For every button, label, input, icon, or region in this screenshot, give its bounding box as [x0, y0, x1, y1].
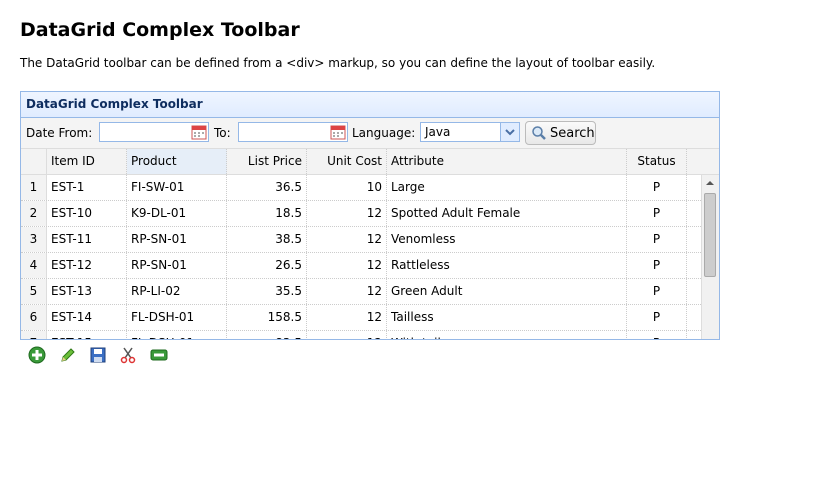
rownumber-header	[21, 149, 47, 174]
search-button[interactable]: Search	[525, 121, 596, 145]
scroll-up-arrow-icon[interactable]	[706, 181, 714, 185]
table-row[interactable]: 4 EST-12 RP-SN-01 26.5 12 Rattleless P	[21, 253, 719, 279]
table-row[interactable]: 3 EST-11 RP-SN-01 38.5 12 Venomless P	[21, 227, 719, 253]
panel-title: DataGrid Complex Toolbar	[21, 92, 719, 118]
column-header-product[interactable]: Product	[127, 149, 227, 174]
cell-unit-cost: 12	[307, 331, 387, 339]
cell-product: K9-DL-01	[127, 201, 227, 226]
cell-list-price: 26.5	[227, 253, 307, 278]
cut-icon[interactable]	[119, 346, 137, 364]
cell-item-id: EST-12	[47, 253, 127, 278]
cell-product: RP-SN-01	[127, 227, 227, 252]
cell-item-id: EST-15	[47, 331, 127, 339]
table-row[interactable]: 1 EST-1 FI-SW-01 36.5 10 Large P	[21, 175, 719, 201]
row-number: 7	[21, 331, 47, 339]
cell-attribute: Venomless	[387, 227, 627, 252]
row-number: 4	[21, 253, 47, 278]
cell-attribute: Tailless	[387, 305, 627, 330]
table-row[interactable]: 5 EST-13 RP-LI-02 35.5 12 Green Adult P	[21, 279, 719, 305]
cell-unit-cost: 12	[307, 305, 387, 330]
cell-attribute: Rattleless	[387, 253, 627, 278]
language-value: Java	[425, 125, 451, 139]
cell-unit-cost: 12	[307, 227, 387, 252]
cell-attribute: With tail	[387, 331, 627, 339]
save-icon[interactable]	[89, 346, 107, 364]
date-from-input[interactable]	[99, 122, 209, 142]
cell-list-price: 36.5	[227, 175, 307, 200]
datagrid: Item ID Product List Price Unit Cost Att…	[21, 149, 719, 339]
column-header-attribute[interactable]: Attribute	[387, 149, 627, 174]
language-label: Language:	[352, 126, 416, 140]
cell-product: FI-SW-01	[127, 175, 227, 200]
row-number: 1	[21, 175, 47, 200]
search-button-label: Search	[550, 126, 595, 141]
cell-item-id: EST-14	[47, 305, 127, 330]
date-from-label: Date From:	[26, 126, 93, 140]
calendar-icon[interactable]	[330, 124, 346, 140]
scrollbar-thumb[interactable]	[704, 193, 716, 277]
cell-unit-cost: 12	[307, 201, 387, 226]
grid-header: Item ID Product List Price Unit Cost Att…	[21, 149, 719, 175]
grid-body: 1 EST-1 FI-SW-01 36.5 10 Large P 2 EST-1…	[21, 175, 719, 339]
cell-list-price: 35.5	[227, 279, 307, 304]
cell-status: P	[627, 201, 687, 226]
cell-list-price: 18.5	[227, 201, 307, 226]
column-header-list-price[interactable]: List Price	[227, 149, 307, 174]
row-number: 2	[21, 201, 47, 226]
cell-unit-cost: 12	[307, 279, 387, 304]
datagrid-panel: DataGrid Complex Toolbar Date From: To: …	[20, 91, 720, 340]
cell-item-id: EST-10	[47, 201, 127, 226]
cell-status: P	[627, 175, 687, 200]
row-number: 6	[21, 305, 47, 330]
cell-product: FL-DSH-01	[127, 331, 227, 339]
cell-attribute: Spotted Adult Female	[387, 201, 627, 226]
cell-status: P	[627, 279, 687, 304]
cell-unit-cost: 12	[307, 253, 387, 278]
add-icon[interactable]	[28, 346, 46, 364]
date-to-label: To:	[214, 126, 231, 140]
date-to-input[interactable]	[238, 122, 348, 142]
cell-item-id: EST-13	[47, 279, 127, 304]
cell-attribute: Green Adult	[387, 279, 627, 304]
remove-icon[interactable]	[150, 346, 168, 364]
cell-list-price: 158.5	[227, 305, 307, 330]
cell-status: P	[627, 331, 687, 339]
cell-product: RP-SN-01	[127, 253, 227, 278]
chevron-down-icon[interactable]	[500, 123, 519, 141]
calendar-icon[interactable]	[191, 124, 207, 140]
page-description: The DataGrid toolbar can be defined from…	[20, 56, 656, 70]
table-row[interactable]: 7 EST-15 FL-DSH-01 83.5 12 With tail P	[21, 331, 719, 339]
page-title: DataGrid Complex Toolbar	[20, 19, 300, 41]
cell-status: P	[627, 227, 687, 252]
row-number: 5	[21, 279, 47, 304]
table-row[interactable]: 6 EST-14 FL-DSH-01 158.5 12 Tailless P	[21, 305, 719, 331]
column-header-item-id[interactable]: Item ID	[47, 149, 127, 174]
cell-status: P	[627, 253, 687, 278]
row-number: 3	[21, 227, 47, 252]
cell-list-price: 38.5	[227, 227, 307, 252]
cell-item-id: EST-11	[47, 227, 127, 252]
column-header-status[interactable]: Status	[627, 149, 687, 174]
search-icon	[531, 125, 547, 141]
cell-status: P	[627, 305, 687, 330]
cell-unit-cost: 10	[307, 175, 387, 200]
cell-attribute: Large	[387, 175, 627, 200]
grid-toolbar: Date From: To: Language: Java Search	[21, 118, 719, 149]
cell-list-price: 83.5	[227, 331, 307, 339]
language-select[interactable]: Java	[420, 122, 520, 142]
table-row[interactable]: 2 EST-10 K9-DL-01 18.5 12 Spotted Adult …	[21, 201, 719, 227]
column-header-unit-cost[interactable]: Unit Cost	[307, 149, 387, 174]
vertical-scrollbar[interactable]	[701, 175, 719, 339]
grid-rows: 1 EST-1 FI-SW-01 36.5 10 Large P 2 EST-1…	[21, 175, 719, 339]
cell-product: RP-LI-02	[127, 279, 227, 304]
cell-item-id: EST-1	[47, 175, 127, 200]
edit-icon[interactable]	[59, 346, 77, 364]
cell-product: FL-DSH-01	[127, 305, 227, 330]
